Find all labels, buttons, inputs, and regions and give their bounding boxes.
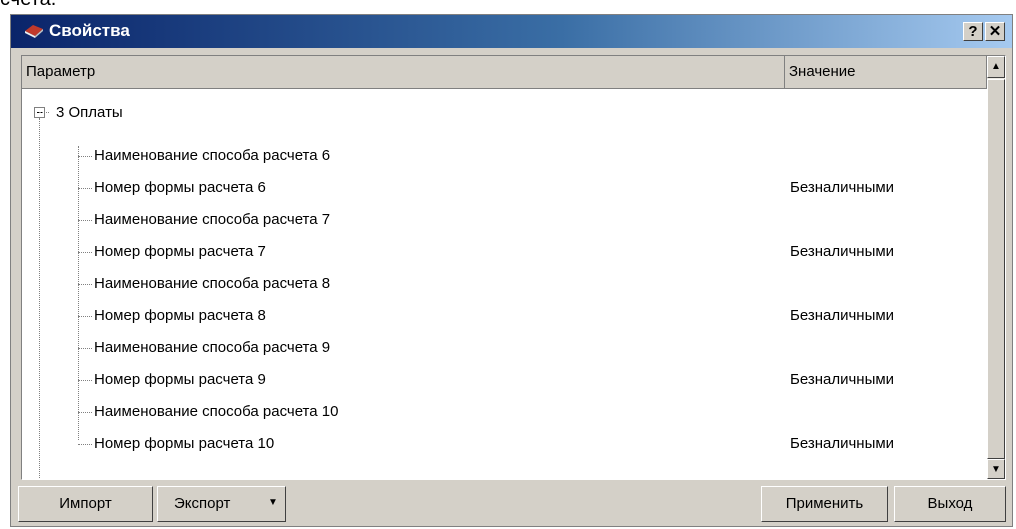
background-text-fragment: счета. (0, 0, 240, 10)
param-name: Номер формы расчета 8 (94, 307, 266, 324)
scroll-up-button[interactable]: ▲ (987, 56, 1005, 78)
column-header: Параметр Значение (22, 56, 987, 89)
tree-branch-line (78, 252, 92, 253)
tree-branch-line (78, 188, 92, 189)
list-item[interactable]: Номер формы расчета 8 Безналичными (22, 302, 982, 330)
properties-list: Параметр Значение 3 Оплаты Наименование … (21, 55, 1006, 480)
dropdown-arrow-icon[interactable]: ▼ (265, 487, 281, 521)
list-item[interactable]: Наименование способа расчета 6 (22, 142, 982, 170)
list-item[interactable]: Наименование способа расчета 10 (22, 398, 982, 426)
app-icon (25, 25, 43, 38)
close-button[interactable]: ✕ (985, 22, 1005, 41)
param-name: Наименование способа расчета 8 (94, 275, 331, 292)
tree-branch-line (78, 220, 92, 221)
list-item[interactable]: Номер формы расчета 10 Безналичными (22, 430, 982, 458)
apply-button[interactable]: Применить (761, 486, 888, 522)
tree-branch-line (78, 444, 92, 445)
window-title: Свойства (49, 21, 130, 40)
param-value: Безналичными (790, 371, 895, 388)
param-name: Номер формы расчета 7 (94, 243, 266, 260)
param-name: Наименование способа расчета 9 (94, 339, 331, 356)
properties-dialog: Свойства ? ✕ Параметр Значение 3 Оплаты … (10, 14, 1013, 527)
param-name: Наименование способа расчета 7 (94, 211, 331, 228)
param-value: Безналичными (790, 179, 895, 196)
param-name: Номер формы расчета 9 (94, 371, 266, 388)
tree-branch-line (78, 156, 92, 157)
tree-branch-line (78, 380, 92, 381)
param-value: Безналичными (790, 435, 895, 452)
list-item[interactable]: Наименование способа расчета 7 (22, 206, 982, 234)
list-item[interactable]: Наименование способа расчета 9 (22, 334, 982, 362)
scroll-thumb[interactable] (987, 79, 1005, 459)
tree-branch-line (78, 284, 92, 285)
param-name: Наименование способа расчета 6 (94, 147, 331, 164)
export-button[interactable]: Экспорт ▼ (157, 486, 286, 522)
title-bar: Свойства ? ✕ (11, 15, 1012, 48)
import-button[interactable]: Импорт (18, 486, 153, 522)
help-button[interactable]: ? (963, 22, 983, 41)
tree-branch-line (78, 412, 92, 413)
export-button-label: Экспорт (174, 495, 231, 512)
param-value: Безналичными (790, 243, 895, 260)
list-item[interactable]: Номер формы расчета 9 Безналичными (22, 366, 982, 394)
exit-button[interactable]: Выход (894, 486, 1006, 522)
column-header-value[interactable]: Значение (785, 56, 987, 88)
param-value: Безналичными (790, 307, 895, 324)
column-header-param[interactable]: Параметр (22, 56, 785, 88)
scroll-down-button[interactable]: ▼ (987, 459, 1005, 479)
tree-branch-line (78, 316, 92, 317)
param-name: Номер формы расчета 10 (94, 435, 275, 452)
vertical-scrollbar[interactable]: ▲ ▼ (987, 56, 1005, 479)
tree-branch-line (78, 348, 92, 349)
tree-group-label: 3 Оплаты (56, 104, 123, 121)
tree-connector-line (39, 112, 49, 113)
list-item[interactable]: Номер формы расчета 6 Безналичными (22, 174, 982, 202)
param-name: Наименование способа расчета 10 (94, 403, 339, 420)
list-item[interactable]: Наименование способа расчета 8 (22, 270, 982, 298)
param-name: Номер формы расчета 6 (94, 179, 266, 196)
list-item[interactable]: Номер формы расчета 7 Безналичными (22, 238, 982, 266)
